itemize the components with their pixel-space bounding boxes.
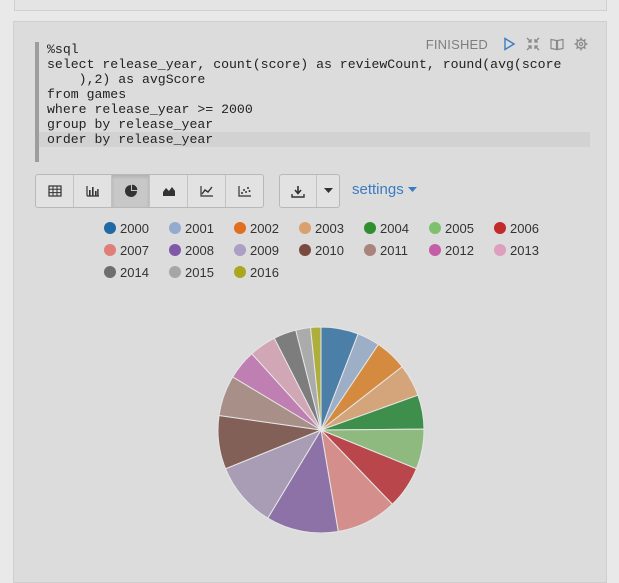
legend-label: 2010 <box>315 242 344 258</box>
legend-swatch <box>234 266 246 278</box>
chart-legend: 2000 2001 2002 2003 2004 2005 2006 2007 2008 2009… <box>104 220 564 280</box>
legend-label: 2016 <box>250 264 279 280</box>
legend-label: 2003 <box>315 220 344 236</box>
legend-swatch <box>234 244 246 256</box>
code-line: select release_year, count(score) as rev… <box>47 57 562 72</box>
code-line: where release_year >= 2000 <box>47 102 253 117</box>
legend-swatch <box>169 244 181 256</box>
legend-label: 2013 <box>510 242 539 258</box>
legend-item-2010[interactable]: 2010 <box>299 242 364 258</box>
visualization-toolbar <box>35 174 264 208</box>
table-view-button[interactable] <box>36 175 74 207</box>
legend-swatch <box>104 222 116 234</box>
legend-item-2004[interactable]: 2004 <box>364 220 429 236</box>
download-group <box>279 174 340 208</box>
scatter-chart-button[interactable] <box>226 175 263 207</box>
pie-chart-icon <box>124 184 137 197</box>
legend-label: 2001 <box>185 220 214 236</box>
legend-label: 2015 <box>185 264 214 280</box>
legend-swatch <box>494 222 506 234</box>
legend-item-2012[interactable]: 2012 <box>429 242 494 258</box>
code-line-active: order by release_year <box>39 132 590 147</box>
line-chart-button[interactable] <box>188 175 226 207</box>
legend-item-2009[interactable]: 2009 <box>234 242 299 258</box>
table-icon <box>47 185 62 197</box>
legend-item-2007[interactable]: 2007 <box>104 242 169 258</box>
legend-swatch <box>169 266 181 278</box>
settings-label: settings <box>352 181 404 198</box>
legend-item-2002[interactable]: 2002 <box>234 220 299 236</box>
download-options-toggle[interactable] <box>317 175 339 207</box>
legend-label: 2008 <box>185 242 214 258</box>
caret-down-icon <box>323 188 333 193</box>
legend-swatch <box>364 244 376 256</box>
code-line: ),2) as avgScore <box>47 72 206 87</box>
code-line: %sql <box>47 42 79 57</box>
legend-label: 2014 <box>120 264 149 280</box>
download-icon <box>291 185 305 198</box>
legend-item-2005[interactable]: 2005 <box>429 220 494 236</box>
legend-item-2000[interactable]: 2000 <box>104 220 169 236</box>
legend-item-2008[interactable]: 2008 <box>169 242 234 258</box>
settings-toggle[interactable]: settings <box>352 181 417 198</box>
legend-item-2015[interactable]: 2015 <box>169 264 234 280</box>
legend-swatch <box>429 244 441 256</box>
pie-chart <box>217 326 425 533</box>
previous-paragraph-edge <box>14 0 607 11</box>
legend-item-2001[interactable]: 2001 <box>169 220 234 236</box>
area-chart-button[interactable] <box>150 175 188 207</box>
legend-label: 2012 <box>445 242 474 258</box>
legend-swatch <box>104 244 116 256</box>
legend-item-2014[interactable]: 2014 <box>104 264 169 280</box>
line-chart-icon <box>199 186 213 197</box>
legend-item-2003[interactable]: 2003 <box>299 220 364 236</box>
legend-swatch <box>169 222 181 234</box>
bar-chart-button[interactable] <box>74 175 112 207</box>
legend-item-2013[interactable]: 2013 <box>494 242 559 258</box>
legend-swatch <box>364 222 376 234</box>
legend-label: 2011 <box>380 242 408 258</box>
legend-item-2006[interactable]: 2006 <box>494 220 559 236</box>
caret-down-icon <box>407 186 417 192</box>
download-button[interactable] <box>280 175 317 207</box>
legend-swatch <box>104 266 116 278</box>
legend-label: 2002 <box>250 220 279 236</box>
legend-swatch <box>299 244 311 256</box>
pie-chart-button[interactable] <box>112 175 150 207</box>
legend-item-2016[interactable]: 2016 <box>234 264 299 280</box>
legend-label: 2000 <box>120 220 149 236</box>
legend-item-2011[interactable]: 2011 <box>364 242 429 258</box>
bar-chart-icon <box>85 186 99 197</box>
notebook-paragraph: FINISHED %sql select release_year, count… <box>13 21 607 583</box>
legend-swatch <box>234 222 246 234</box>
scatter-chart-icon <box>237 186 251 197</box>
legend-swatch <box>494 244 506 256</box>
code-line: group by release_year <box>47 117 214 132</box>
legend-swatch <box>299 222 311 234</box>
legend-label: 2009 <box>250 242 279 258</box>
area-chart-icon <box>162 187 175 196</box>
code-line: from games <box>47 87 127 102</box>
legend-label: 2007 <box>120 242 149 258</box>
legend-swatch <box>429 222 441 234</box>
code-editor[interactable]: %sql select release_year, count(score) a… <box>35 42 590 162</box>
legend-label: 2005 <box>445 220 474 236</box>
legend-label: 2006 <box>510 220 539 236</box>
legend-label: 2004 <box>380 220 409 236</box>
